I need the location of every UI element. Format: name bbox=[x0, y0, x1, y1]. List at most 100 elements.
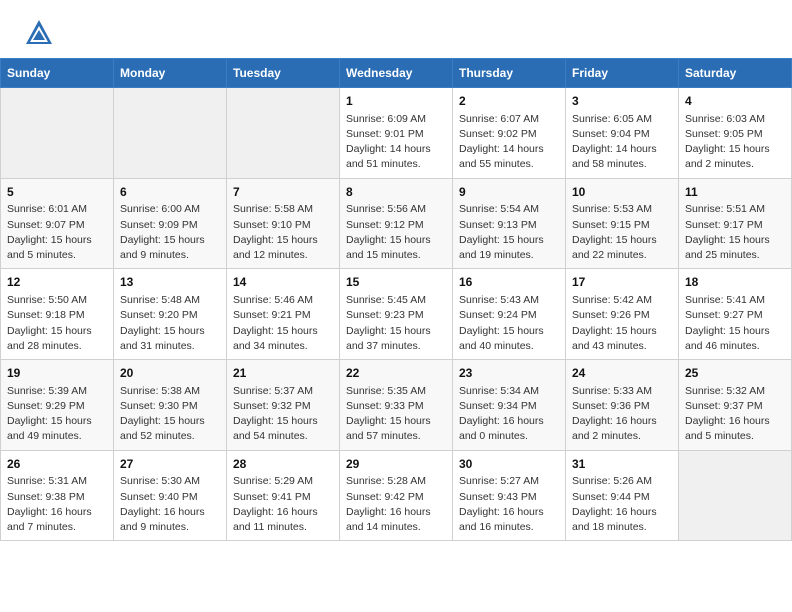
day-number: 11 bbox=[685, 184, 785, 201]
day-number: 29 bbox=[346, 456, 446, 473]
day-number: 25 bbox=[685, 365, 785, 382]
day-info: Sunrise: 6:05 AM Sunset: 9:04 PM Dayligh… bbox=[572, 112, 672, 173]
day-info: Sunrise: 5:30 AM Sunset: 9:40 PM Dayligh… bbox=[120, 474, 220, 535]
col-saturday: Saturday bbox=[679, 59, 792, 88]
calendar-cell: 27Sunrise: 5:30 AM Sunset: 9:40 PM Dayli… bbox=[114, 450, 227, 541]
day-info: Sunrise: 5:37 AM Sunset: 9:32 PM Dayligh… bbox=[233, 384, 333, 445]
calendar-cell: 6Sunrise: 6:00 AM Sunset: 9:09 PM Daylig… bbox=[114, 178, 227, 269]
calendar-week-row: 19 Sunrise: 5:39 AM Sunset: 9:29 PM Dayli… bbox=[1, 360, 792, 451]
calendar-week-row: 1 Sunrise: 6:09 AM Sunset: 9:01 PM Daylig… bbox=[1, 88, 792, 179]
calendar-cell: 1 Sunrise: 6:09 AM Sunset: 9:01 PM Daylig… bbox=[340, 88, 453, 179]
calendar-cell bbox=[679, 450, 792, 541]
col-friday: Friday bbox=[566, 59, 679, 88]
calendar-week-row: 12 Sunrise: 5:50 AM Sunset: 9:18 PM Dayli… bbox=[1, 269, 792, 360]
calendar-table: Sunday Monday Tuesday Wednesday Thursday… bbox=[0, 58, 792, 541]
calendar-cell: 21 Sunrise: 5:37 AM Sunset: 9:32 PM Dayli… bbox=[227, 360, 340, 451]
day-info: Sunrise: 5:34 AM Sunset: 9:34 PM Dayligh… bbox=[459, 384, 559, 445]
day-info: Sunrise: 5:26 AM Sunset: 9:44 PM Dayligh… bbox=[572, 474, 672, 535]
calendar-cell: 22 Sunrise: 5:35 AM Sunset: 9:33 PM Dayli… bbox=[340, 360, 453, 451]
col-tuesday: Tuesday bbox=[227, 59, 340, 88]
calendar-cell: 11Sunrise: 5:51 AM Sunset: 9:17 PM Dayli… bbox=[679, 178, 792, 269]
calendar-cell: 3 Sunrise: 6:05 AM Sunset: 9:04 PM Daylig… bbox=[566, 88, 679, 179]
calendar-cell: 12 Sunrise: 5:50 AM Sunset: 9:18 PM Dayli… bbox=[1, 269, 114, 360]
day-number: 16 bbox=[459, 274, 559, 291]
calendar-cell: 16 Sunrise: 5:43 AM Sunset: 9:24 PM Dayli… bbox=[453, 269, 566, 360]
calendar-cell bbox=[1, 88, 114, 179]
day-info: Sunrise: 5:42 AM Sunset: 9:26 PM Dayligh… bbox=[572, 293, 672, 354]
day-info: Sunrise: 5:58 AM Sunset: 9:10 PM Dayligh… bbox=[233, 202, 333, 263]
day-number: 1 bbox=[346, 93, 446, 110]
logo bbox=[24, 18, 58, 48]
calendar-cell: 7Sunrise: 5:58 AM Sunset: 9:10 PM Daylig… bbox=[227, 178, 340, 269]
calendar-cell: 14 Sunrise: 5:46 AM Sunset: 9:21 PM Dayli… bbox=[227, 269, 340, 360]
day-number: 17 bbox=[572, 274, 672, 291]
day-info: Sunrise: 5:50 AM Sunset: 9:18 PM Dayligh… bbox=[7, 293, 107, 354]
day-info: Sunrise: 5:46 AM Sunset: 9:21 PM Dayligh… bbox=[233, 293, 333, 354]
day-number: 7 bbox=[233, 184, 333, 201]
day-number: 23 bbox=[459, 365, 559, 382]
calendar-cell: 26Sunrise: 5:31 AM Sunset: 9:38 PM Dayli… bbox=[1, 450, 114, 541]
calendar-cell: 4Sunrise: 6:03 AM Sunset: 9:05 PM Daylig… bbox=[679, 88, 792, 179]
day-number: 8 bbox=[346, 184, 446, 201]
calendar-cell: 2Sunrise: 6:07 AM Sunset: 9:02 PM Daylig… bbox=[453, 88, 566, 179]
col-thursday: Thursday bbox=[453, 59, 566, 88]
col-wednesday: Wednesday bbox=[340, 59, 453, 88]
calendar-header-row: Sunday Monday Tuesday Wednesday Thursday… bbox=[1, 59, 792, 88]
day-info: Sunrise: 5:39 AM Sunset: 9:29 PM Dayligh… bbox=[7, 384, 107, 445]
calendar-cell: 24Sunrise: 5:33 AM Sunset: 9:36 PM Dayli… bbox=[566, 360, 679, 451]
day-info: Sunrise: 5:43 AM Sunset: 9:24 PM Dayligh… bbox=[459, 293, 559, 354]
logo-icon bbox=[24, 18, 54, 48]
day-info: Sunrise: 5:35 AM Sunset: 9:33 PM Dayligh… bbox=[346, 384, 446, 445]
day-number: 27 bbox=[120, 456, 220, 473]
day-number: 12 bbox=[7, 274, 107, 291]
calendar-cell: 19 Sunrise: 5:39 AM Sunset: 9:29 PM Dayli… bbox=[1, 360, 114, 451]
calendar-cell: 25 Sunrise: 5:32 AM Sunset: 9:37 PM Dayli… bbox=[679, 360, 792, 451]
calendar-cell: 15 Sunrise: 5:45 AM Sunset: 9:23 PM Dayli… bbox=[340, 269, 453, 360]
day-info: Sunrise: 5:48 AM Sunset: 9:20 PM Dayligh… bbox=[120, 293, 220, 354]
day-number: 19 bbox=[7, 365, 107, 382]
day-number: 26 bbox=[7, 456, 107, 473]
day-number: 20 bbox=[120, 365, 220, 382]
day-number: 4 bbox=[685, 93, 785, 110]
calendar-cell: 18Sunrise: 5:41 AM Sunset: 9:27 PM Dayli… bbox=[679, 269, 792, 360]
day-info: Sunrise: 5:31 AM Sunset: 9:38 PM Dayligh… bbox=[7, 474, 107, 535]
day-number: 31 bbox=[572, 456, 672, 473]
calendar-cell bbox=[227, 88, 340, 179]
calendar-week-row: 26Sunrise: 5:31 AM Sunset: 9:38 PM Dayli… bbox=[1, 450, 792, 541]
day-info: Sunrise: 6:00 AM Sunset: 9:09 PM Dayligh… bbox=[120, 202, 220, 263]
day-info: Sunrise: 6:09 AM Sunset: 9:01 PM Dayligh… bbox=[346, 112, 446, 173]
day-info: Sunrise: 5:32 AM Sunset: 9:37 PM Dayligh… bbox=[685, 384, 785, 445]
day-number: 5 bbox=[7, 184, 107, 201]
col-monday: Monday bbox=[114, 59, 227, 88]
day-number: 15 bbox=[346, 274, 446, 291]
day-info: Sunrise: 5:45 AM Sunset: 9:23 PM Dayligh… bbox=[346, 293, 446, 354]
day-number: 3 bbox=[572, 93, 672, 110]
day-info: Sunrise: 5:54 AM Sunset: 9:13 PM Dayligh… bbox=[459, 202, 559, 263]
day-info: Sunrise: 5:51 AM Sunset: 9:17 PM Dayligh… bbox=[685, 202, 785, 263]
calendar-cell: 30Sunrise: 5:27 AM Sunset: 9:43 PM Dayli… bbox=[453, 450, 566, 541]
day-info: Sunrise: 6:07 AM Sunset: 9:02 PM Dayligh… bbox=[459, 112, 559, 173]
day-info: Sunrise: 5:28 AM Sunset: 9:42 PM Dayligh… bbox=[346, 474, 446, 535]
day-number: 14 bbox=[233, 274, 333, 291]
calendar-cell: 5Sunrise: 6:01 AM Sunset: 9:07 PM Daylig… bbox=[1, 178, 114, 269]
day-number: 13 bbox=[120, 274, 220, 291]
day-info: Sunrise: 5:29 AM Sunset: 9:41 PM Dayligh… bbox=[233, 474, 333, 535]
day-number: 18 bbox=[685, 274, 785, 291]
day-info: Sunrise: 5:53 AM Sunset: 9:15 PM Dayligh… bbox=[572, 202, 672, 263]
day-number: 9 bbox=[459, 184, 559, 201]
calendar-cell: 9Sunrise: 5:54 AM Sunset: 9:13 PM Daylig… bbox=[453, 178, 566, 269]
day-number: 22 bbox=[346, 365, 446, 382]
day-info: Sunrise: 6:01 AM Sunset: 9:07 PM Dayligh… bbox=[7, 202, 107, 263]
col-sunday: Sunday bbox=[1, 59, 114, 88]
day-info: Sunrise: 5:38 AM Sunset: 9:30 PM Dayligh… bbox=[120, 384, 220, 445]
calendar-cell: 10Sunrise: 5:53 AM Sunset: 9:15 PM Dayli… bbox=[566, 178, 679, 269]
calendar-week-row: 5Sunrise: 6:01 AM Sunset: 9:07 PM Daylig… bbox=[1, 178, 792, 269]
calendar-cell: 17 Sunrise: 5:42 AM Sunset: 9:26 PM Dayli… bbox=[566, 269, 679, 360]
calendar-cell: 23 Sunrise: 5:34 AM Sunset: 9:34 PM Dayli… bbox=[453, 360, 566, 451]
calendar-cell: 20 Sunrise: 5:38 AM Sunset: 9:30 PM Dayli… bbox=[114, 360, 227, 451]
day-info: Sunrise: 5:56 AM Sunset: 9:12 PM Dayligh… bbox=[346, 202, 446, 263]
calendar-cell: 29Sunrise: 5:28 AM Sunset: 9:42 PM Dayli… bbox=[340, 450, 453, 541]
day-number: 28 bbox=[233, 456, 333, 473]
page-header bbox=[0, 0, 792, 58]
day-number: 21 bbox=[233, 365, 333, 382]
